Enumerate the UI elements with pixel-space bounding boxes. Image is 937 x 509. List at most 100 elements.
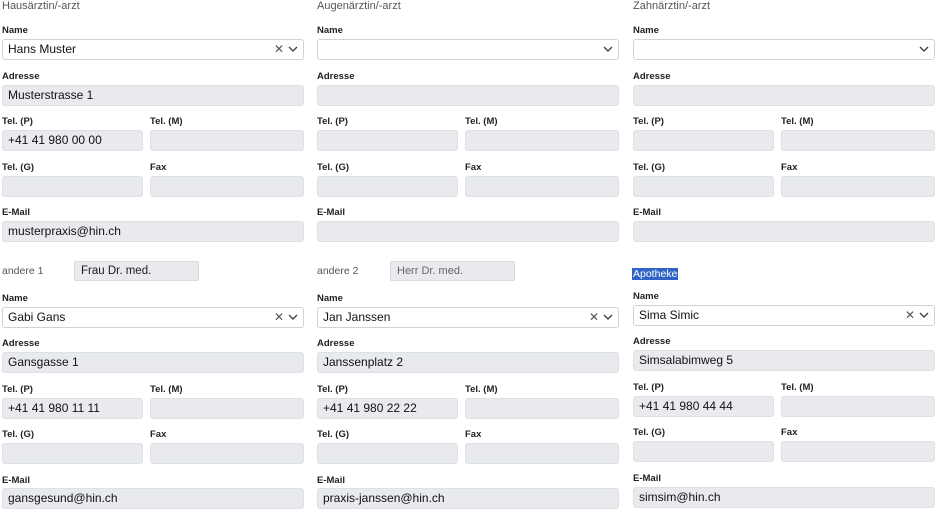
salutation-field-andere-2[interactable]: Herr Dr. med. [390,261,515,281]
name-select-hausarzt[interactable]: Hans Muster ✕ [2,39,304,60]
fax-field-apotheke[interactable] [781,441,935,462]
email-field-andere-1[interactable]: gansgesund@hin.ch [2,488,304,509]
email-field-hausarzt[interactable]: musterpraxis@hin.ch [2,221,304,242]
tel-m-field-apotheke[interactable] [781,396,935,417]
section-title-augenarzt: Augenärztin/-arzt [317,0,401,12]
label-email: E-Mail [633,207,661,218]
name-select-apotheke[interactable]: Sima Simic ✕ [633,305,935,326]
address-field-andere-1[interactable]: Gansgasse 1 [2,352,304,373]
tel-g-field-apotheke[interactable] [633,441,774,462]
section-title-apotheke: Apotheke [632,264,679,282]
fax-field-zahnarzt[interactable] [781,176,935,197]
chevron-down-icon[interactable] [918,40,930,59]
name-select-andere-2[interactable]: Jan Janssen ✕ [317,307,619,328]
address-field-hausarzt[interactable]: Musterstrasse 1 [2,85,304,106]
label-tel-p: Tel. (P) [2,116,33,127]
label-tel-g: Tel. (G) [2,162,35,173]
tel-g-field-hausarzt[interactable] [2,176,143,197]
tel-g-field-augenarzt[interactable] [317,176,458,197]
chevron-down-icon[interactable] [602,40,614,59]
label-fax: Fax [465,429,482,440]
fax-field-hausarzt[interactable] [150,176,304,197]
section-title-zahnarzt: Zahnärztin/-arzt [633,0,711,12]
label-address: Adresse [633,71,671,82]
section-title-andere-2: andere 2 [317,265,359,277]
clear-icon[interactable]: ✕ [905,306,915,325]
chevron-down-icon[interactable] [602,308,614,327]
label-name: Name [633,25,659,36]
clear-icon[interactable]: ✕ [589,308,599,327]
chevron-down-icon[interactable] [918,306,930,325]
section-title-andere-1: andere 1 [2,265,44,277]
label-address: Adresse [317,71,355,82]
label-name: Name [317,25,343,36]
label-name: Name [633,291,659,302]
label-fax: Fax [150,429,167,440]
label-tel-m: Tel. (M) [465,384,498,395]
address-field-augenarzt[interactable] [317,85,619,106]
label-name: Name [2,293,28,304]
label-tel-g: Tel. (G) [633,162,666,173]
label-tel-g: Tel. (G) [633,427,666,438]
tel-g-field-andere-1[interactable] [2,443,143,464]
label-tel-p: Tel. (P) [633,382,664,393]
label-fax: Fax [781,162,798,173]
name-select-zahnarzt[interactable] [633,39,935,60]
address-field-apotheke[interactable]: Simsalabimweg 5 [633,350,935,371]
label-tel-p: Tel. (P) [317,116,348,127]
label-tel-g: Tel. (G) [317,162,350,173]
label-email: E-Mail [317,475,345,486]
clear-icon[interactable]: ✕ [274,40,284,59]
tel-p-field-augenarzt[interactable] [317,130,458,151]
chevron-down-icon[interactable] [287,308,299,327]
label-tel-g: Tel. (G) [2,429,35,440]
tel-m-field-andere-1[interactable] [150,398,304,419]
fax-field-augenarzt[interactable] [465,176,619,197]
tel-p-field-zahnarzt[interactable] [633,130,774,151]
label-tel-p: Tel. (P) [317,384,348,395]
name-value: Jan Janssen [323,310,391,324]
label-fax: Fax [150,162,167,173]
tel-m-field-augenarzt[interactable] [465,130,619,151]
fax-field-andere-1[interactable] [150,443,304,464]
salutation-field-andere-1[interactable]: Frau Dr. med. [74,261,199,281]
label-email: E-Mail [2,207,30,218]
label-name: Name [317,293,343,304]
label-tel-m: Tel. (M) [150,384,183,395]
label-email: E-Mail [633,473,661,484]
email-field-apotheke[interactable]: simsim@hin.ch [633,487,935,508]
label-tel-m: Tel. (M) [465,116,498,127]
tel-p-field-apotheke[interactable]: +41 41 980 44 44 [633,396,774,417]
email-field-zahnarzt[interactable] [633,221,935,242]
email-field-andere-2[interactable]: praxis-janssen@hin.ch [317,488,619,509]
name-value: Hans Muster [8,42,77,56]
chevron-down-icon[interactable] [287,40,299,59]
address-field-zahnarzt[interactable] [633,85,935,106]
tel-m-field-zahnarzt[interactable] [781,130,935,151]
label-tel-m: Tel. (M) [150,116,183,127]
fax-field-andere-2[interactable] [465,443,619,464]
email-field-augenarzt[interactable] [317,221,619,242]
name-select-andere-1[interactable]: Gabi Gans ✕ [2,307,304,328]
tel-p-field-andere-2[interactable]: +41 41 980 22 22 [317,398,458,419]
name-value: Gabi Gans [8,310,66,324]
tel-g-field-andere-2[interactable] [317,443,458,464]
tel-p-field-hausarzt[interactable]: +41 41 980 00 00 [2,130,143,151]
address-field-andere-2[interactable]: Janssenplatz 2 [317,352,619,373]
apotheke-title-text: Apotheke [632,268,679,280]
label-email: E-Mail [2,475,30,486]
label-address: Adresse [317,338,355,349]
label-tel-m: Tel. (M) [781,382,814,393]
label-name: Name [2,25,28,36]
tel-m-field-andere-2[interactable] [465,398,619,419]
clear-icon[interactable]: ✕ [274,308,284,327]
tel-p-field-andere-1[interactable]: +41 41 980 11 11 [2,398,143,419]
tel-g-field-zahnarzt[interactable] [633,176,774,197]
label-tel-p: Tel. (P) [633,116,664,127]
label-email: E-Mail [317,207,345,218]
name-select-augenarzt[interactable] [317,39,619,60]
label-address: Adresse [2,338,40,349]
tel-m-field-hausarzt[interactable] [150,130,304,151]
label-tel-p: Tel. (P) [2,384,33,395]
label-address: Adresse [2,71,40,82]
